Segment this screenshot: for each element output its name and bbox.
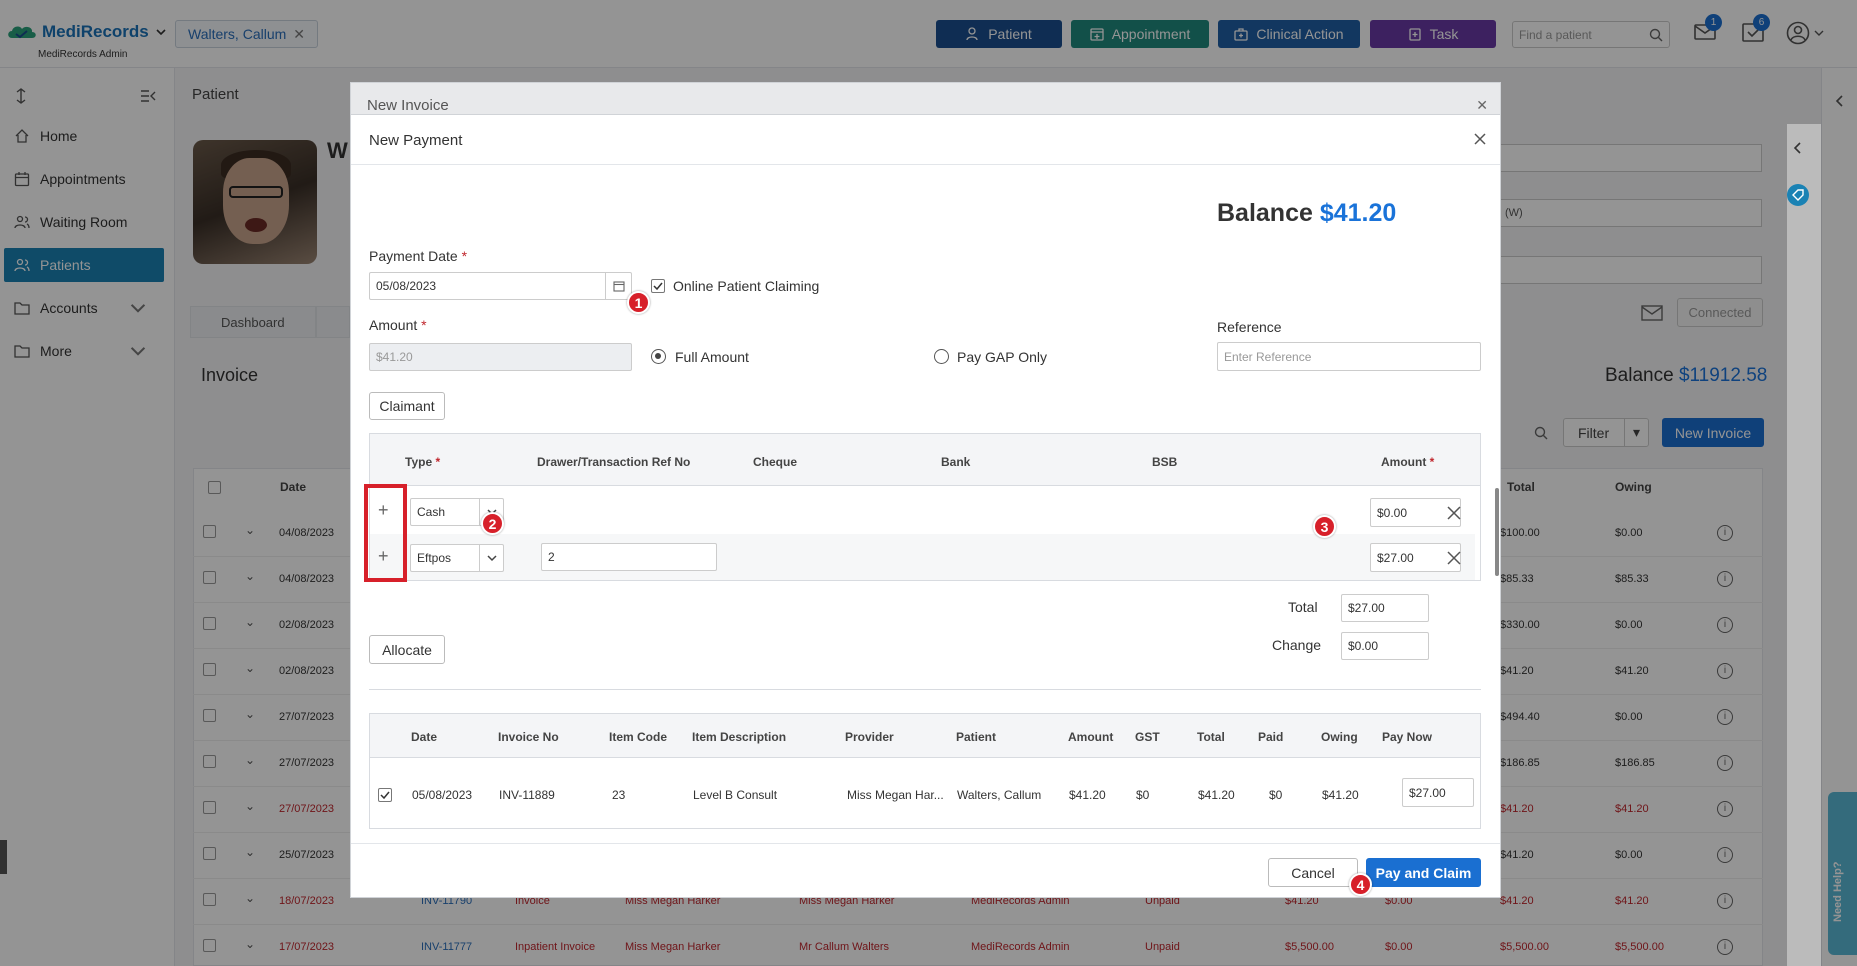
change-field: $0.00: [1341, 632, 1429, 660]
pay-now-input[interactable]: $27.00: [1402, 778, 1474, 807]
column-bsb: BSB: [1152, 455, 1178, 469]
allocation-row-checkbox[interactable]: [378, 788, 392, 802]
transaction-ref-input[interactable]: 2: [541, 543, 717, 571]
change-label: Change: [1272, 637, 1322, 653]
modal-footer-divider: [351, 843, 1500, 844]
modal-title: New Payment: [369, 132, 463, 149]
payment-date-value: 05/08/2023: [376, 279, 437, 293]
column-total: Total: [1197, 730, 1225, 744]
online-claiming-label: Online Patient Claiming: [673, 278, 820, 294]
step-marker-4: 4: [1349, 873, 1372, 896]
tag-icon[interactable]: [1786, 183, 1810, 207]
column-amount: Amount *: [1381, 455, 1435, 469]
column-drawer: Drawer/Transaction Ref No: [537, 455, 691, 469]
payment-type-value: Cash: [417, 505, 446, 519]
close-icon[interactable]: ✕: [1476, 97, 1488, 114]
payment-balance-value: $41.20: [1319, 199, 1397, 227]
new-payment-modal: New Payment Balance $41.20 Payment Date …: [350, 114, 1501, 898]
column-invoice-no: Invoice No: [498, 730, 559, 744]
calendar-icon[interactable]: [605, 273, 631, 299]
payment-type-select[interactable]: Eftpos: [410, 544, 504, 572]
column-item-description: Item Description: [692, 730, 787, 744]
payment-row: + Eftpos 2 $27.00: [370, 534, 1475, 580]
remove-row-icon[interactable]: [1447, 506, 1461, 520]
step-marker-1: 1: [627, 291, 650, 314]
column-bank: Bank: [941, 455, 971, 469]
remove-row-icon[interactable]: [1447, 551, 1461, 565]
payment-methods-grid: Type * Drawer/Transaction Ref No Cheque …: [369, 433, 1499, 581]
payment-date-field[interactable]: 05/08/2023: [369, 272, 632, 300]
grid-scrollbar[interactable]: [1495, 488, 1499, 576]
column-pay-now: Pay Now: [1382, 730, 1433, 744]
column-date: Date: [411, 730, 438, 744]
alloc-provider: Miss Megan Har...: [847, 788, 944, 802]
alloc-gst: $0: [1136, 788, 1150, 802]
payment-date-label: Payment Date *: [369, 248, 468, 264]
column-amount: Amount: [1068, 730, 1114, 744]
column-cheque: Cheque: [753, 455, 798, 469]
pay-gap-radio[interactable]: [934, 349, 949, 364]
total-field: $27.00: [1341, 594, 1429, 622]
column-owing: Owing: [1321, 730, 1358, 744]
allocation-table: Date Invoice No Item Code Item Descripti…: [369, 713, 1481, 829]
alloc-invoice-no: INV-11889: [499, 788, 555, 802]
modal-header: New Payment: [351, 115, 1500, 165]
chevron-down-icon[interactable]: [479, 545, 503, 571]
payment-balance-label: Balance: [1217, 199, 1313, 227]
column-provider: Provider: [845, 730, 894, 744]
reference-label: Reference: [1217, 319, 1282, 335]
alloc-item-code: 23: [612, 788, 626, 802]
new-invoice-title: New Invoice: [367, 97, 449, 114]
allocation-header: Date Invoice No Item Code Item Descripti…: [370, 714, 1480, 758]
step-marker-3: 3: [1313, 515, 1336, 538]
close-icon[interactable]: [1472, 131, 1488, 147]
column-item-code: Item Code: [609, 730, 668, 744]
column-paid: Paid: [1258, 730, 1284, 744]
cancel-button[interactable]: Cancel: [1268, 858, 1358, 887]
alloc-item-description: Level B Consult: [693, 788, 778, 802]
online-claiming-checkbox[interactable]: [651, 279, 665, 293]
payment-type-value: Eftpos: [417, 551, 452, 565]
column-patient: Patient: [956, 730, 997, 744]
column-gst: GST: [1135, 730, 1160, 744]
amount-label: Amount *: [369, 317, 427, 333]
alloc-total: $41.20: [1198, 788, 1235, 802]
alloc-amount: $41.20: [1069, 788, 1106, 802]
total-label: Total: [1288, 599, 1318, 615]
chevron-left-icon[interactable]: [1791, 141, 1805, 155]
check-icon: [380, 791, 390, 800]
check-icon: [653, 282, 663, 291]
column-type: Type *: [405, 455, 441, 469]
claimant-button[interactable]: Claimant: [369, 392, 445, 420]
side-panel: [1787, 124, 1821, 966]
reference-input[interactable]: Enter Reference: [1217, 342, 1481, 371]
highlight-box: [364, 484, 407, 582]
amount-field: $41.20: [369, 343, 632, 371]
allocate-button[interactable]: Allocate: [369, 635, 445, 664]
step-marker-2: 2: [481, 512, 504, 535]
payment-balance: Balance $41.20: [1217, 199, 1396, 228]
payment-grid-header: Type * Drawer/Transaction Ref No Cheque …: [370, 434, 1480, 486]
alloc-date: 05/08/2023: [412, 788, 473, 802]
alloc-paid: $0: [1269, 788, 1283, 802]
pay-gap-label: Pay GAP Only: [957, 349, 1048, 365]
pay-and-claim-button[interactable]: Pay and Claim: [1366, 858, 1481, 887]
alloc-owing: $41.20: [1322, 788, 1359, 802]
divider: [369, 689, 1481, 690]
payment-row: + Cash $0.00: [370, 488, 1475, 534]
alloc-patient: Walters, Callum: [957, 788, 1042, 802]
full-amount-radio[interactable]: [651, 349, 666, 364]
full-amount-label: Full Amount: [675, 349, 749, 365]
